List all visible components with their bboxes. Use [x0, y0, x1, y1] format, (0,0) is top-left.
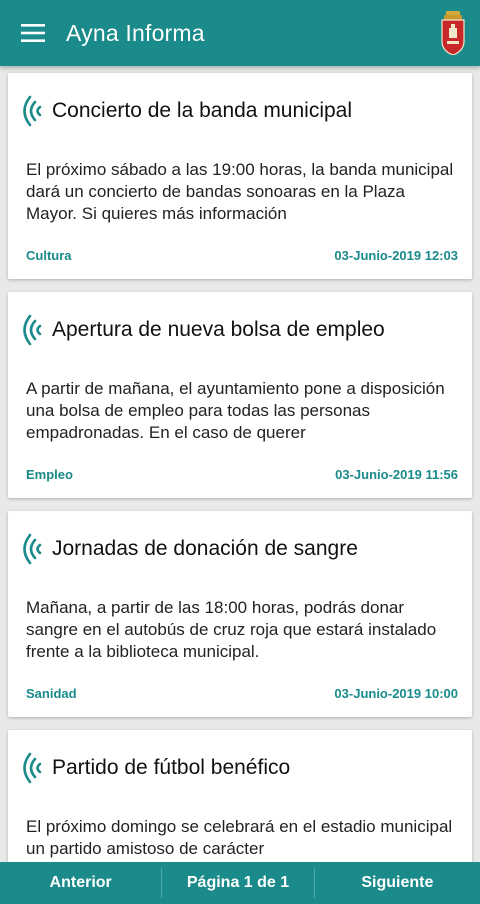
broadcast-wave-icon: [23, 95, 42, 127]
news-card[interactable]: Jornadas de donación de sangre Mañana, a…: [8, 511, 472, 717]
news-date: 03-Junio-2019 12:03: [334, 248, 458, 263]
page-indicator: Página 1 de 1: [186, 874, 290, 891]
news-category: Empleo: [26, 467, 73, 482]
news-title: Apertura de nueva bolsa de empleo: [52, 318, 385, 341]
news-card-header: Concierto de la banda municipal: [16, 85, 462, 137]
news-category: Sanidad: [26, 686, 77, 701]
news-category: Cultura: [26, 248, 72, 263]
news-excerpt: El próximo domingo se celebrará en el es…: [26, 817, 453, 858]
news-footer: Empleo 03-Junio-2019 11:56: [26, 467, 458, 482]
news-card[interactable]: Apertura de nueva bolsa de empleo A part…: [8, 292, 472, 498]
menu-button[interactable]: [0, 0, 66, 66]
news-card-header: Partido de fútbol benéfico: [16, 742, 462, 794]
previous-page-button[interactable]: Anterior: [0, 862, 161, 904]
news-title: Jornadas de donación de sangre: [52, 537, 358, 560]
news-excerpt: Mañana, a partir de las 18:00 horas, pod…: [26, 598, 437, 661]
broadcast-wave-icon: [23, 533, 42, 565]
pagination-bar: Anterior Página 1 de 1 Siguiente: [0, 862, 480, 904]
news-footer: Sanidad 03-Junio-2019 10:00: [26, 686, 458, 701]
municipal-crest-icon: [441, 11, 465, 55]
next-page-button[interactable]: Siguiente: [315, 862, 480, 904]
news-footer: Cultura 03-Junio-2019 12:03: [26, 248, 458, 263]
news-date: 03-Junio-2019 10:00: [334, 686, 458, 701]
broadcast-wave-icon: [23, 314, 42, 346]
news-card[interactable]: Partido de fútbol benéfico El próximo do…: [8, 730, 472, 862]
hamburger-menu-icon: [21, 24, 45, 42]
news-date: 03-Junio-2019 11:56: [335, 467, 458, 482]
news-card-header: Apertura de nueva bolsa de empleo: [16, 304, 462, 356]
news-excerpt: A partir de mañana, el ayuntamiento pone…: [26, 379, 445, 442]
news-card[interactable]: Concierto de la banda municipal El próxi…: [8, 73, 472, 279]
news-card-header: Jornadas de donación de sangre: [16, 523, 462, 575]
news-excerpt: El próximo sábado a las 19:00 horas, la …: [26, 160, 454, 223]
news-title: Concierto de la banda municipal: [52, 99, 353, 122]
news-list: Concierto de la banda municipal El próxi…: [0, 66, 480, 862]
news-title: Partido de fútbol benéfico: [52, 756, 291, 779]
app-title: Ayna Informa: [66, 19, 205, 46]
app-bar: Ayna Informa: [0, 0, 480, 66]
broadcast-wave-icon: [23, 752, 42, 784]
